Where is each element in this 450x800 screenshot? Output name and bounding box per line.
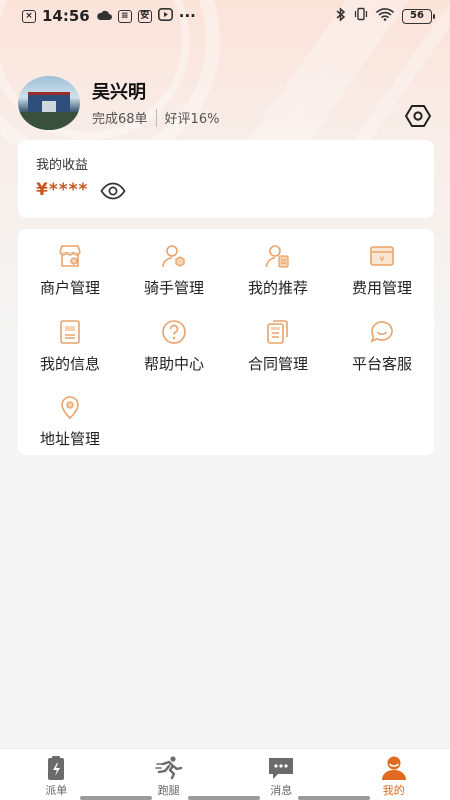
profile-icon bbox=[381, 756, 406, 780]
menu-label: 我的信息 bbox=[39, 355, 100, 373]
menu-item-my-info[interactable]: 我的信息 bbox=[18, 309, 122, 379]
gesture-bar-segment bbox=[80, 796, 152, 800]
rating: 好评16% bbox=[164, 112, 220, 127]
settings-icon bbox=[405, 105, 431, 127]
menu-label: 帮助中心 bbox=[143, 355, 204, 373]
wifi-icon bbox=[376, 7, 394, 25]
errand-icon bbox=[154, 756, 182, 780]
help-icon bbox=[162, 320, 186, 344]
rider-icon bbox=[162, 245, 185, 268]
gesture-bar-segment bbox=[188, 796, 260, 800]
service-icon bbox=[370, 321, 393, 343]
close-box-icon: × bbox=[22, 9, 36, 23]
location-icon bbox=[61, 396, 79, 420]
message-icon bbox=[269, 758, 294, 779]
eye-icon bbox=[100, 182, 126, 200]
bluetooth-icon bbox=[336, 6, 346, 26]
menu-item-address[interactable]: 地址管理 bbox=[18, 384, 122, 454]
vibrate-icon bbox=[354, 7, 368, 25]
menu-item-rider[interactable]: 骑手管理 bbox=[122, 233, 226, 303]
play-icon bbox=[157, 7, 173, 25]
menu-item-recommend[interactable]: 我的推荐 bbox=[226, 233, 330, 303]
earnings-amount: ¥**** bbox=[36, 180, 89, 200]
tab-errand[interactable]: 跑腿 bbox=[113, 749, 226, 800]
app-icon: 安 bbox=[137, 9, 152, 23]
function-menu: 商户管理 骑手管理 我的推荐 ¥ 费用管理 我的信息 帮助中心 合同管理 平台客… bbox=[18, 229, 434, 455]
contract-icon bbox=[267, 320, 288, 344]
dispatch-icon bbox=[48, 756, 65, 780]
settings-button[interactable] bbox=[405, 104, 431, 128]
menu-item-fee[interactable]: ¥ 费用管理 bbox=[330, 233, 434, 303]
menu-label: 平台客服 bbox=[351, 355, 412, 373]
status-time: 14:56 bbox=[42, 7, 90, 25]
shop-icon bbox=[59, 245, 81, 267]
menu-label: 地址管理 bbox=[39, 430, 100, 448]
cloud-icon bbox=[96, 7, 112, 25]
earnings-card: 我的收益 ¥**** bbox=[18, 140, 434, 218]
avatar[interactable] bbox=[18, 76, 80, 130]
tab-mine[interactable]: 我的 bbox=[338, 749, 450, 800]
recommend-icon bbox=[265, 245, 289, 268]
earnings-title: 我的收益 bbox=[36, 158, 89, 173]
user-stats: 完成68单 好评16% bbox=[92, 108, 219, 127]
tab-dispatch[interactable]: 派单 bbox=[0, 749, 113, 800]
more-notifications: ··· bbox=[178, 7, 196, 25]
gesture-bar-segment bbox=[298, 796, 370, 800]
menu-label: 我的推荐 bbox=[247, 279, 308, 297]
menu-item-contract[interactable]: 合同管理 bbox=[226, 309, 330, 379]
sim-icon: ≡ bbox=[117, 9, 132, 23]
toggle-visibility-button[interactable] bbox=[100, 182, 126, 200]
bottom-tab-bar: 派单 跑腿 消息 我的 bbox=[0, 748, 450, 800]
menu-label: 费用管理 bbox=[351, 279, 412, 297]
info-icon bbox=[60, 320, 80, 344]
menu-label: 骑手管理 bbox=[143, 279, 204, 297]
menu-item-help[interactable]: 帮助中心 bbox=[122, 309, 226, 379]
user-name: 吴兴明 bbox=[92, 82, 146, 103]
menu-item-merchant[interactable]: 商户管理 bbox=[18, 233, 122, 303]
menu-label: 商户管理 bbox=[39, 279, 100, 297]
stats-divider bbox=[155, 108, 157, 127]
svg-text:¥: ¥ bbox=[379, 255, 384, 264]
fee-icon: ¥ bbox=[370, 246, 394, 266]
menu-label: 合同管理 bbox=[247, 355, 308, 373]
tab-messages[interactable]: 消息 bbox=[225, 749, 338, 800]
completed-orders: 完成68单 bbox=[92, 112, 148, 127]
battery-indicator: 56 bbox=[402, 8, 435, 24]
status-bar: × 14:56 ≡ 安 ··· 56 bbox=[0, 0, 450, 32]
menu-item-customer-service[interactable]: 平台客服 bbox=[330, 309, 434, 379]
